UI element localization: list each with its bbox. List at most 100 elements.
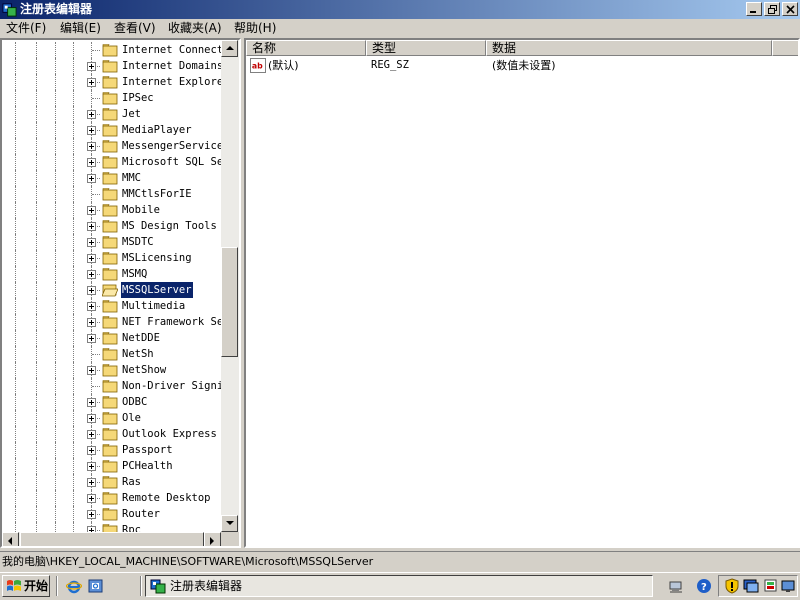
tree-node[interactable]: Non-Driver Signin xyxy=(2,378,221,394)
tree-guide-line xyxy=(15,298,16,314)
tree-node[interactable]: Multimedia xyxy=(2,298,221,314)
tree-guide-line xyxy=(15,410,16,426)
shield-icon[interactable] xyxy=(724,578,740,594)
expand-toggle[interactable] xyxy=(87,286,96,295)
display-settings-icon[interactable] xyxy=(781,578,797,594)
expand-toggle[interactable] xyxy=(87,158,96,167)
expand-toggle[interactable] xyxy=(87,334,96,343)
expand-toggle[interactable] xyxy=(87,254,96,263)
list-row[interactable]: ab (默认) REG_SZ (数值未设置) xyxy=(246,57,798,74)
scroll-right-button[interactable] xyxy=(204,532,221,546)
tree-node[interactable]: NetSh xyxy=(2,346,221,362)
tree-node[interactable]: MSLicensing xyxy=(2,250,221,266)
restore-button[interactable] xyxy=(764,2,780,16)
close-button[interactable] xyxy=(782,2,798,16)
tree-node[interactable]: Passport xyxy=(2,442,221,458)
tree-node[interactable]: Ole xyxy=(2,410,221,426)
expand-toggle[interactable] xyxy=(87,430,96,439)
expand-toggle[interactable] xyxy=(87,62,96,71)
expand-toggle[interactable] xyxy=(87,174,96,183)
tree-node[interactable]: Ras xyxy=(2,474,221,490)
tree-node[interactable]: NetShow xyxy=(2,362,221,378)
expand-toggle[interactable] xyxy=(87,446,96,455)
expand-toggle[interactable] xyxy=(87,462,96,471)
tree-node[interactable]: Mobile xyxy=(2,202,221,218)
tree-node[interactable]: MMCtlsForIE xyxy=(2,186,221,202)
help-icon[interactable]: ? xyxy=(696,578,712,594)
tree-node[interactable]: Router xyxy=(2,506,221,522)
tree-guide-line xyxy=(55,186,56,202)
arrow-down-icon xyxy=(226,521,234,525)
scroll-thumb[interactable] xyxy=(221,247,238,357)
expand-toggle[interactable] xyxy=(87,510,96,519)
expand-toggle[interactable] xyxy=(87,142,96,151)
tree-node[interactable]: Internet Connecti xyxy=(2,42,221,58)
tree-node[interactable]: MessengerService xyxy=(2,138,221,154)
tree-node[interactable]: MS Design Tools xyxy=(2,218,221,234)
tree-guide-line xyxy=(55,218,56,234)
tree-node-label: Internet Explorer xyxy=(122,76,221,88)
task-button-regedit[interactable]: 注册表编辑器 xyxy=(145,575,653,597)
expand-toggle[interactable] xyxy=(87,206,96,215)
tree-node[interactable]: Jet xyxy=(2,106,221,122)
tree-guide-line xyxy=(36,202,37,218)
tree-node[interactable]: Internet Domains xyxy=(2,58,221,74)
scroll-up-button[interactable] xyxy=(221,40,238,57)
column-type[interactable]: 类型 xyxy=(366,40,486,56)
hscroll-thumb[interactable] xyxy=(20,532,204,546)
tree-guide-line xyxy=(15,154,16,170)
tree-node[interactable]: MSMQ xyxy=(2,266,221,282)
expand-toggle[interactable] xyxy=(87,318,96,327)
expand-toggle[interactable] xyxy=(87,270,96,279)
tree-guide-line xyxy=(73,250,74,266)
tree-guide-line xyxy=(73,138,74,154)
expand-toggle[interactable] xyxy=(87,110,96,119)
tree-vertical-scrollbar[interactable] xyxy=(221,40,239,532)
expand-toggle[interactable] xyxy=(87,398,96,407)
tree-node[interactable]: NET Framework Set xyxy=(2,314,221,330)
tree-guide-line xyxy=(55,442,56,458)
tree-node[interactable]: ODBC xyxy=(2,394,221,410)
scroll-down-button[interactable] xyxy=(221,515,238,532)
menu-edit[interactable]: 编辑(E) xyxy=(56,20,105,37)
menu-view[interactable]: 查看(V) xyxy=(110,20,160,37)
expand-toggle[interactable] xyxy=(87,366,96,375)
ie-icon[interactable] xyxy=(66,578,82,594)
minimize-button[interactable] xyxy=(746,2,762,16)
expand-toggle[interactable] xyxy=(87,222,96,231)
expand-toggle[interactable] xyxy=(87,302,96,311)
menu-favorites[interactable]: 收藏夹(A) xyxy=(164,20,226,37)
expand-toggle[interactable] xyxy=(87,414,96,423)
tree-node[interactable]: PCHealth xyxy=(2,458,221,474)
folder-icon xyxy=(102,300,118,313)
start-button[interactable]: 开始 xyxy=(2,575,50,597)
outlook-icon[interactable] xyxy=(88,578,104,594)
tree-node[interactable]: Internet Explorer xyxy=(2,74,221,90)
network-icon[interactable] xyxy=(668,578,684,594)
expand-toggle[interactable] xyxy=(87,478,96,487)
title-bar[interactable]: 注册表编辑器 xyxy=(0,0,800,19)
tree-node[interactable]: MSDTC xyxy=(2,234,221,250)
tree-node[interactable]: MSSQLServer xyxy=(2,281,221,299)
tree-node[interactable]: IPSec xyxy=(2,90,221,106)
tree-guide-line xyxy=(36,410,37,426)
expand-toggle[interactable] xyxy=(87,126,96,135)
scroll-left-button[interactable] xyxy=(2,532,19,546)
tree-node[interactable]: Rpc xyxy=(2,522,221,532)
tree-node[interactable]: Remote Desktop xyxy=(2,490,221,506)
tree-node[interactable]: MMC xyxy=(2,170,221,186)
menu-help[interactable]: 帮助(H) xyxy=(230,20,280,37)
tree-node[interactable]: Outlook Express xyxy=(2,426,221,442)
column-data[interactable]: 数据 xyxy=(486,40,772,56)
expand-toggle[interactable] xyxy=(87,494,96,503)
tree-horizontal-scrollbar[interactable] xyxy=(2,532,221,546)
column-name[interactable]: 名称 xyxy=(246,40,366,56)
security-icon[interactable] xyxy=(763,578,779,594)
menu-file[interactable]: 文件(F) xyxy=(2,20,50,37)
tree-node[interactable]: NetDDE xyxy=(2,330,221,346)
expand-toggle[interactable] xyxy=(87,238,96,247)
tree-node[interactable]: MediaPlayer xyxy=(2,122,221,138)
tree-node[interactable]: Microsoft SQL Ser xyxy=(2,154,221,170)
display-icon[interactable] xyxy=(743,578,759,594)
expand-toggle[interactable] xyxy=(87,78,96,87)
